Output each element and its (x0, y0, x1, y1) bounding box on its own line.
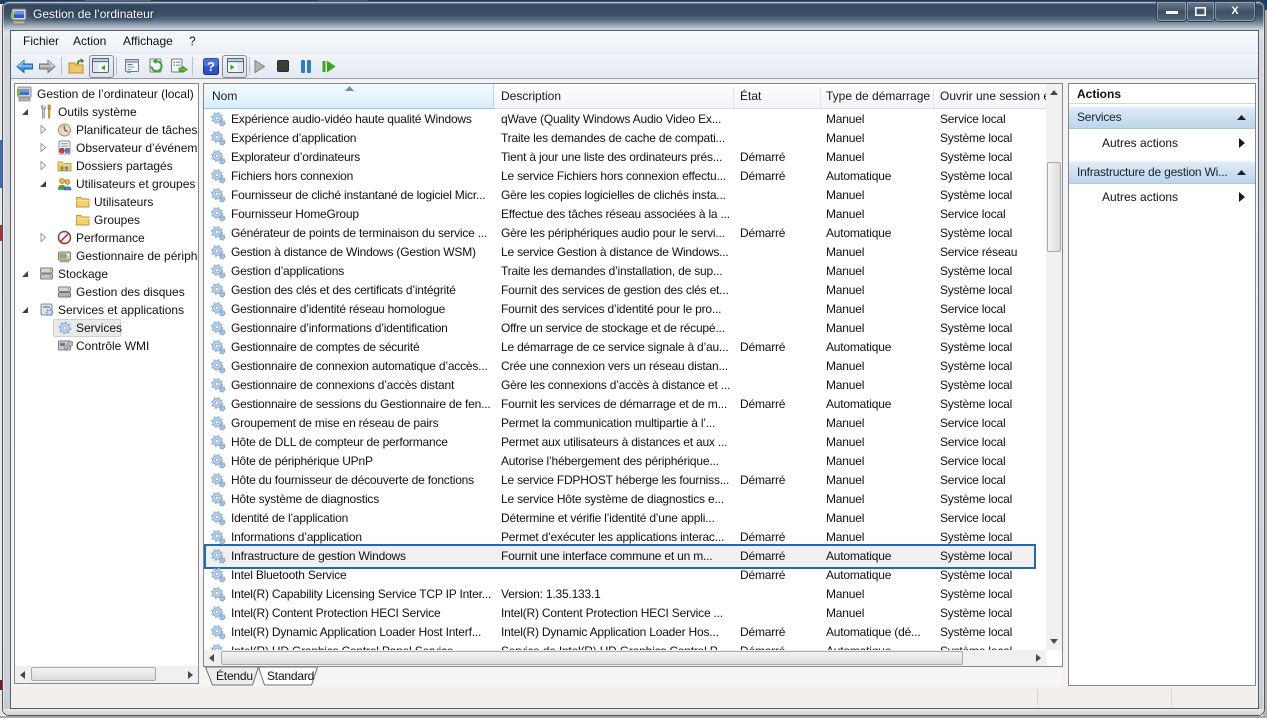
svg-text:?: ? (207, 59, 215, 74)
